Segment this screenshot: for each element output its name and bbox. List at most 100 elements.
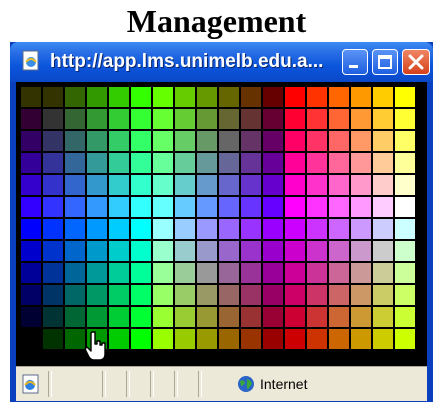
color-swatch[interactable] [21, 153, 41, 173]
color-swatch[interactable] [153, 329, 173, 349]
color-swatch[interactable] [43, 197, 63, 217]
color-swatch[interactable] [329, 241, 349, 261]
color-swatch[interactable] [197, 131, 217, 151]
color-swatch[interactable] [241, 263, 261, 283]
color-swatch[interactable] [43, 329, 63, 349]
color-swatch[interactable] [131, 87, 151, 107]
color-swatch[interactable] [21, 109, 41, 129]
color-swatch[interactable] [219, 329, 239, 349]
color-swatch[interactable] [43, 241, 63, 261]
color-swatch[interactable] [43, 263, 63, 283]
color-swatch[interactable] [175, 263, 195, 283]
color-swatch[interactable] [241, 197, 261, 217]
color-swatch[interactable] [131, 285, 151, 305]
maximize-button[interactable] [372, 49, 398, 75]
color-swatch[interactable] [373, 109, 393, 129]
color-swatch[interactable] [395, 197, 415, 217]
color-swatch[interactable] [87, 263, 107, 283]
color-swatch[interactable] [87, 175, 107, 195]
color-swatch[interactable] [109, 109, 129, 129]
color-swatch[interactable] [373, 131, 393, 151]
color-swatch[interactable] [131, 307, 151, 327]
color-swatch[interactable] [219, 153, 239, 173]
color-swatch[interactable] [65, 263, 85, 283]
color-swatch[interactable] [285, 241, 305, 261]
color-swatch[interactable] [351, 307, 371, 327]
color-swatch[interactable] [197, 329, 217, 349]
color-swatch[interactable] [21, 197, 41, 217]
color-swatch[interactable] [395, 131, 415, 151]
color-swatch[interactable] [43, 131, 63, 151]
color-swatch[interactable] [175, 241, 195, 261]
color-swatch[interactable] [241, 131, 261, 151]
color-swatch[interactable] [131, 263, 151, 283]
color-swatch[interactable] [21, 219, 41, 239]
color-swatch[interactable] [241, 153, 261, 173]
color-swatch[interactable] [241, 241, 261, 261]
color-swatch[interactable] [395, 175, 415, 195]
color-swatch[interactable] [153, 307, 173, 327]
color-swatch[interactable] [373, 285, 393, 305]
color-swatch[interactable] [175, 153, 195, 173]
color-swatch[interactable] [241, 87, 261, 107]
color-swatch[interactable] [329, 329, 349, 349]
color-swatch[interactable] [197, 285, 217, 305]
color-swatch[interactable] [197, 175, 217, 195]
color-swatch[interactable] [395, 87, 415, 107]
color-swatch[interactable] [219, 263, 239, 283]
color-swatch[interactable] [153, 285, 173, 305]
color-swatch[interactable] [65, 329, 85, 349]
color-swatch[interactable] [263, 131, 283, 151]
color-swatch[interactable] [197, 263, 217, 283]
color-swatch[interactable] [307, 87, 327, 107]
color-swatch[interactable] [197, 241, 217, 261]
color-swatch[interactable] [307, 197, 327, 217]
color-swatch[interactable] [43, 153, 63, 173]
color-swatch[interactable] [109, 219, 129, 239]
color-swatch[interactable] [351, 329, 371, 349]
color-swatch[interactable] [329, 109, 349, 129]
color-swatch[interactable] [175, 329, 195, 349]
color-swatch[interactable] [329, 219, 349, 239]
color-swatch[interactable] [109, 329, 129, 349]
color-swatch[interactable] [21, 263, 41, 283]
color-swatch[interactable] [21, 241, 41, 261]
color-swatch[interactable] [131, 329, 151, 349]
color-swatch[interactable] [43, 307, 63, 327]
color-swatch[interactable] [87, 197, 107, 217]
color-swatch[interactable] [285, 329, 305, 349]
color-swatch[interactable] [373, 175, 393, 195]
color-swatch[interactable] [307, 109, 327, 129]
color-swatch[interactable] [21, 285, 41, 305]
color-swatch[interactable] [65, 175, 85, 195]
color-swatch[interactable] [373, 219, 393, 239]
color-swatch[interactable] [373, 197, 393, 217]
color-swatch[interactable] [131, 197, 151, 217]
color-swatch[interactable] [263, 175, 283, 195]
color-swatch[interactable] [131, 131, 151, 151]
color-swatch[interactable] [263, 307, 283, 327]
color-swatch[interactable] [351, 175, 371, 195]
color-swatch[interactable] [87, 219, 107, 239]
color-swatch[interactable] [285, 219, 305, 239]
color-swatch[interactable] [285, 131, 305, 151]
color-swatch[interactable] [351, 263, 371, 283]
color-swatch[interactable] [21, 131, 41, 151]
color-swatch[interactable] [219, 285, 239, 305]
color-swatch[interactable] [395, 219, 415, 239]
color-swatch[interactable] [241, 175, 261, 195]
color-swatch[interactable] [87, 153, 107, 173]
color-swatch[interactable] [87, 109, 107, 129]
color-swatch[interactable] [285, 175, 305, 195]
color-swatch[interactable] [241, 219, 261, 239]
title-bar[interactable]: http://app.lms.unimelb.edu.a... [10, 42, 433, 82]
color-swatch[interactable] [307, 285, 327, 305]
color-swatch[interactable] [153, 153, 173, 173]
close-button[interactable] [402, 49, 430, 75]
color-swatch[interactable] [175, 219, 195, 239]
color-swatch[interactable] [241, 285, 261, 305]
color-swatch[interactable] [373, 263, 393, 283]
color-swatch[interactable] [351, 109, 371, 129]
color-swatch[interactable] [21, 87, 41, 107]
color-swatch[interactable] [219, 241, 239, 261]
